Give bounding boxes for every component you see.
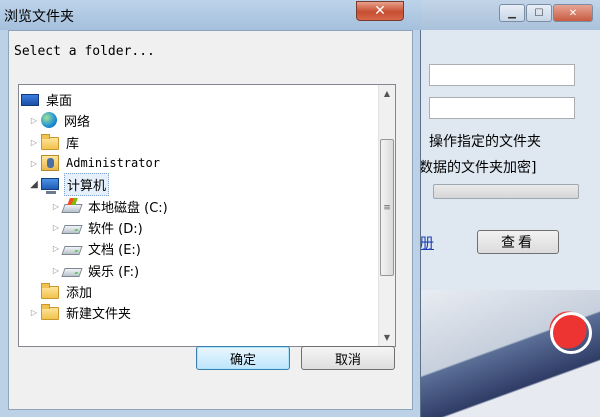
background-input-2[interactable] [429,97,575,119]
background-progress-bar [433,184,579,199]
drive-icon [61,225,83,234]
network-icon [41,112,57,128]
expand-arrow-icon[interactable]: ▷ [49,244,63,253]
scroll-down-arrow-icon[interactable]: ▼ [379,329,395,346]
dialog-title: 浏览文件夹 [4,9,74,25]
computer-icon [41,178,59,194]
tree-item-label: 新建文件夹 [66,306,132,322]
tree-item-drive-c[interactable]: ▷ 本地磁盘 (C:) [49,196,170,216]
desktop-icon [21,94,39,106]
expand-arrow-icon[interactable]: ▷ [49,223,63,232]
tree-item-computer[interactable]: ◢ 计算机 [27,172,110,196]
browse-folder-dialog: 浏览文件夹 ✕ Select a folder... 桌面 ▷ 网络 ▷ 库 ▷ [0,0,421,417]
tree-item-label: 文档 (E:) [88,242,141,258]
cancel-button[interactable]: 取消 [301,346,395,370]
dialog-client-area: Select a folder... 桌面 ▷ 网络 ▷ 库 ▷ Adminis… [8,30,413,410]
drive-icon [61,246,83,255]
tree-item-new-folder[interactable]: ▷ 新建文件夹 [27,302,133,322]
expand-arrow-icon[interactable]: ▷ [27,308,41,317]
library-icon [41,134,59,150]
expand-arrow-icon[interactable]: ▷ [27,138,41,147]
tree-item-label: 添加 [66,285,93,301]
expand-arrow-icon[interactable]: ▷ [49,202,63,211]
dialog-prompt: Select a folder... [14,44,155,59]
dialog-titlebar[interactable]: 浏览文件夹 ✕ [0,0,421,30]
maximize-button[interactable]: ☐ [526,4,552,22]
tree-item-desktop[interactable]: 桌面 [21,89,74,109]
tree-item-drive-e[interactable]: ▷ 文档 (E:) [49,238,143,258]
collapse-arrow-icon[interactable]: ◢ [27,179,41,190]
background-input-1[interactable] [429,64,575,86]
tree-item-label: 娱乐 (F:) [88,264,140,280]
view-button[interactable]: 查看 [477,230,559,254]
background-artwork [418,290,600,417]
folder-icon [41,283,59,299]
tree-item-drive-f[interactable]: ▷ 娱乐 (F:) [49,260,141,280]
expand-arrow-icon[interactable]: ▷ [49,266,63,275]
tree-item-label: 库 [66,136,80,152]
background-label-2: 数据的文件夹加密] [419,160,537,176]
ok-button[interactable]: 确定 [196,346,290,370]
dialog-close-button[interactable]: ✕ [356,1,404,21]
background-link[interactable]: 册 [419,232,434,253]
drive-icon [61,268,83,277]
expand-arrow-icon[interactable]: ▷ [27,159,41,168]
user-folder-icon [41,155,59,171]
minimize-button[interactable]: ▁ [499,4,525,22]
system-drive-icon [61,204,83,213]
folder-tree[interactable]: 桌面 ▷ 网络 ▷ 库 ▷ Administrator ◢ 计算机 ▷ 本地磁盘… [18,84,396,347]
tree-item-label: 本地磁盘 (C:) [88,200,168,216]
tree-item-label: 计算机 [64,172,110,196]
tree-item-network[interactable]: ▷ 网络 [27,110,92,130]
background-window-titlebar: ▁ ☐ ✕ [419,0,600,30]
background-window-controls: ▁ ☐ ✕ [499,4,593,22]
background-window: ▁ ☐ ✕ 操作指定的文件夹 数据的文件夹加密] 册 查看 [418,0,600,290]
tree-item-library[interactable]: ▷ 库 [27,132,81,152]
scroll-up-arrow-icon[interactable]: ▲ [379,85,395,102]
tree-item-drive-d[interactable]: ▷ 软件 (D:) [49,217,145,237]
tree-item-label: 网络 [64,114,91,130]
background-close-button[interactable]: ✕ [553,4,593,22]
tree-item-administrator[interactable]: ▷ Administrator [27,153,162,173]
tree-item-add-folder[interactable]: 添加 [41,281,94,301]
tree-scrollbar[interactable]: ▲ ≡ ▼ [378,85,395,346]
folder-icon [41,304,59,320]
background-label-1: 操作指定的文件夹 [429,134,541,150]
expand-arrow-icon[interactable]: ▷ [27,116,41,125]
tree-item-label: 软件 (D:) [88,221,143,237]
tree-item-label: 桌面 [46,93,73,109]
scroll-thumb[interactable]: ≡ [380,139,394,276]
tree-item-label: Administrator [66,156,160,170]
